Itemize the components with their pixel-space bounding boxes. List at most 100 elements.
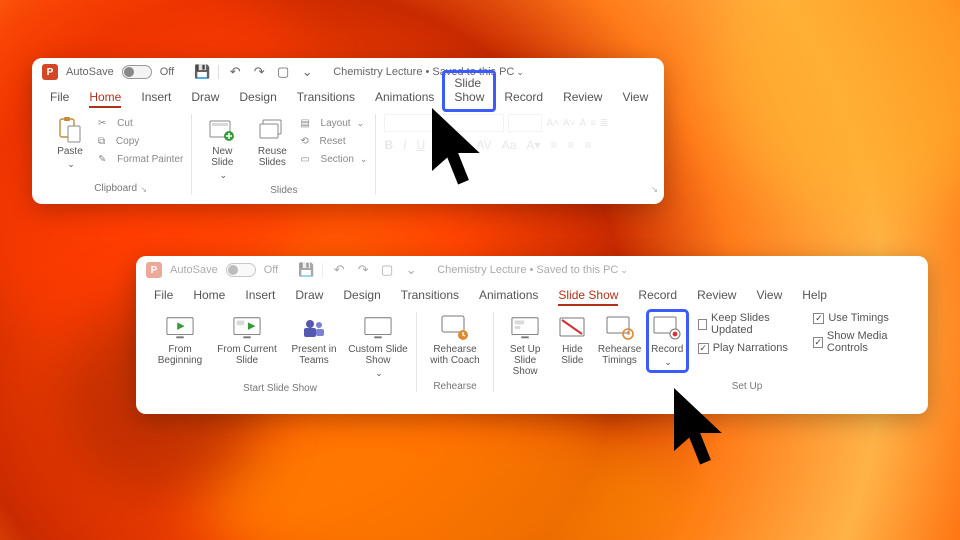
layout-button[interactable]: ▤ Layout⌄: [300, 114, 367, 132]
autosave-state: Off: [160, 66, 174, 78]
autosave-toggle[interactable]: [122, 65, 152, 79]
tab-home[interactable]: Home: [79, 86, 131, 110]
tab-file[interactable]: File: [40, 86, 79, 110]
bullets-icon[interactable]: ≡: [590, 118, 596, 129]
rehearse-with-coach-button[interactable]: Rehearse with Coach: [425, 312, 485, 368]
ribbon-tabs: File Home Insert Draw Design Transitions…: [136, 284, 928, 308]
from-beginning-button[interactable]: From Beginning: [152, 312, 208, 368]
save-icon[interactable]: 💾: [194, 64, 210, 80]
paste-button[interactable]: Paste ⌄: [48, 114, 92, 172]
tab-help[interactable]: Help: [792, 284, 837, 308]
change-case-button[interactable]: Aa: [502, 138, 517, 152]
tab-view[interactable]: View: [746, 284, 792, 308]
align-left-icon[interactable]: ≡: [550, 138, 557, 152]
char-spacing-button[interactable]: AV: [477, 138, 492, 152]
font-size-combo[interactable]: [508, 114, 542, 132]
document-name: Chemistry Lecture • Saved to this PC⌄: [333, 66, 524, 78]
use-timings-checkbox[interactable]: ✓Use Timings: [813, 312, 912, 324]
tab-design[interactable]: Design: [333, 284, 390, 308]
tab-draw[interactable]: Draw: [285, 284, 333, 308]
keep-slides-updated-checkbox[interactable]: Keep Slides Updated: [698, 312, 796, 336]
title-bar: P AutoSave Off 💾 ↶ ↷ ▢ ⌄ Chemistry Lectu…: [32, 58, 664, 86]
rehearse-timings-button[interactable]: Rehearse Timings: [597, 312, 643, 368]
undo-icon[interactable]: ↶: [331, 262, 347, 278]
tab-design[interactable]: Design: [229, 86, 286, 110]
checkbox-icon: ✓: [813, 313, 824, 324]
clear-format-icon[interactable]: A: [579, 118, 586, 129]
tab-view[interactable]: View: [612, 86, 658, 110]
dialog-launcher-icon[interactable]: ↘: [651, 185, 658, 194]
show-media-controls-checkbox[interactable]: ✓Show Media Controls: [813, 330, 912, 354]
section-icon: ▭: [300, 154, 309, 165]
checkbox-icon: ✓: [698, 343, 709, 354]
redo-icon[interactable]: ↷: [251, 64, 267, 80]
app-logo-icon: P: [146, 262, 162, 278]
qat-more-icon[interactable]: ⌄: [299, 64, 315, 80]
redo-icon[interactable]: ↷: [355, 262, 371, 278]
tab-review[interactable]: Review: [687, 284, 746, 308]
brush-icon: ✎: [98, 154, 106, 165]
play-screen-icon: [166, 314, 194, 342]
font-name-combo[interactable]: [384, 114, 504, 132]
tab-slide-show[interactable]: Slide Show: [548, 284, 628, 308]
play-narrations-checkbox[interactable]: ✓Play Narrations: [698, 342, 796, 354]
tab-insert[interactable]: Insert: [235, 284, 285, 308]
italic-button[interactable]: I: [403, 138, 406, 152]
tab-transitions[interactable]: Transitions: [391, 284, 469, 308]
hide-slide-button[interactable]: Hide Slide: [554, 312, 590, 368]
font-color-button[interactable]: A▾: [526, 138, 540, 152]
present-in-teams-button[interactable]: Present in Teams: [286, 312, 342, 368]
scissors-icon: ✂: [98, 118, 106, 129]
tab-transitions[interactable]: Transitions: [287, 86, 365, 110]
align-right-icon[interactable]: ≡: [584, 138, 591, 152]
from-current-slide-button[interactable]: From Current Slide: [214, 312, 280, 368]
tab-animations[interactable]: Animations: [365, 86, 444, 110]
group-set-up: Set Up Slide Show Hide Slide Rehearse Ti…: [494, 312, 920, 392]
align-center-icon[interactable]: ≡: [567, 138, 574, 152]
decrease-font-icon[interactable]: A˅: [563, 118, 576, 129]
autosave-toggle[interactable]: [226, 263, 256, 277]
tab-review[interactable]: Review: [553, 86, 612, 110]
tab-record[interactable]: Record: [494, 86, 553, 110]
new-slide-button[interactable]: New Slide⌄: [200, 114, 244, 183]
tab-home[interactable]: Home: [183, 284, 235, 308]
timings-icon: [606, 314, 634, 342]
layout-icon: ▤: [300, 118, 309, 129]
tab-draw[interactable]: Draw: [181, 86, 229, 110]
numbering-icon[interactable]: ≣: [600, 118, 608, 129]
bold-button[interactable]: B: [384, 138, 393, 152]
custom-slide-show-button[interactable]: Custom Slide Show⌄: [348, 312, 408, 381]
tab-file[interactable]: File: [144, 284, 183, 308]
group-rehearse: Rehearse with Coach Rehearse: [417, 312, 494, 392]
set-up-slide-show-button[interactable]: Set Up Slide Show: [502, 312, 548, 379]
reset-icon: ⟲: [300, 136, 308, 147]
section-button[interactable]: ▭ Section⌄: [300, 150, 367, 168]
record-button[interactable]: Record⌄: [649, 312, 686, 370]
copy-icon: ⧉: [98, 136, 105, 147]
reuse-slides-icon: [258, 116, 286, 144]
group-clipboard: Paste ⌄ ✂ Cut ⧉ Copy ✎ Format Painter Cl…: [40, 114, 192, 194]
undo-icon[interactable]: ↶: [227, 64, 243, 80]
ribbon-home: Paste ⌄ ✂ Cut ⧉ Copy ✎ Format Painter Cl…: [32, 110, 664, 196]
tab-help[interactable]: Help: [658, 86, 664, 110]
reset-button[interactable]: ⟲ Reset: [300, 132, 367, 150]
teams-icon: [300, 314, 328, 342]
qat-more-icon[interactable]: ⌄: [403, 262, 419, 278]
dialog-launcher-icon[interactable]: ↘: [140, 185, 147, 194]
copy-button[interactable]: ⧉ Copy: [98, 132, 183, 150]
tab-insert[interactable]: Insert: [131, 86, 181, 110]
increase-font-icon[interactable]: A˄: [546, 118, 559, 129]
tab-slide-show[interactable]: Slide Show: [444, 72, 494, 110]
chevron-down-icon[interactable]: ⌄: [516, 67, 524, 77]
reuse-slides-button[interactable]: Reuse Slides: [250, 114, 294, 170]
tab-record[interactable]: Record: [628, 284, 687, 308]
save-icon[interactable]: 💾: [298, 262, 314, 278]
shadow-button[interactable]: ab: [453, 138, 466, 152]
start-show-icon[interactable]: ▢: [379, 262, 395, 278]
tab-animations[interactable]: Animations: [469, 284, 548, 308]
start-show-icon[interactable]: ▢: [275, 64, 291, 80]
strike-button[interactable]: S: [435, 138, 443, 152]
cut-button[interactable]: ✂ Cut: [98, 114, 183, 132]
format-painter-button[interactable]: ✎ Format Painter: [98, 150, 183, 168]
underline-button[interactable]: U: [416, 138, 425, 152]
